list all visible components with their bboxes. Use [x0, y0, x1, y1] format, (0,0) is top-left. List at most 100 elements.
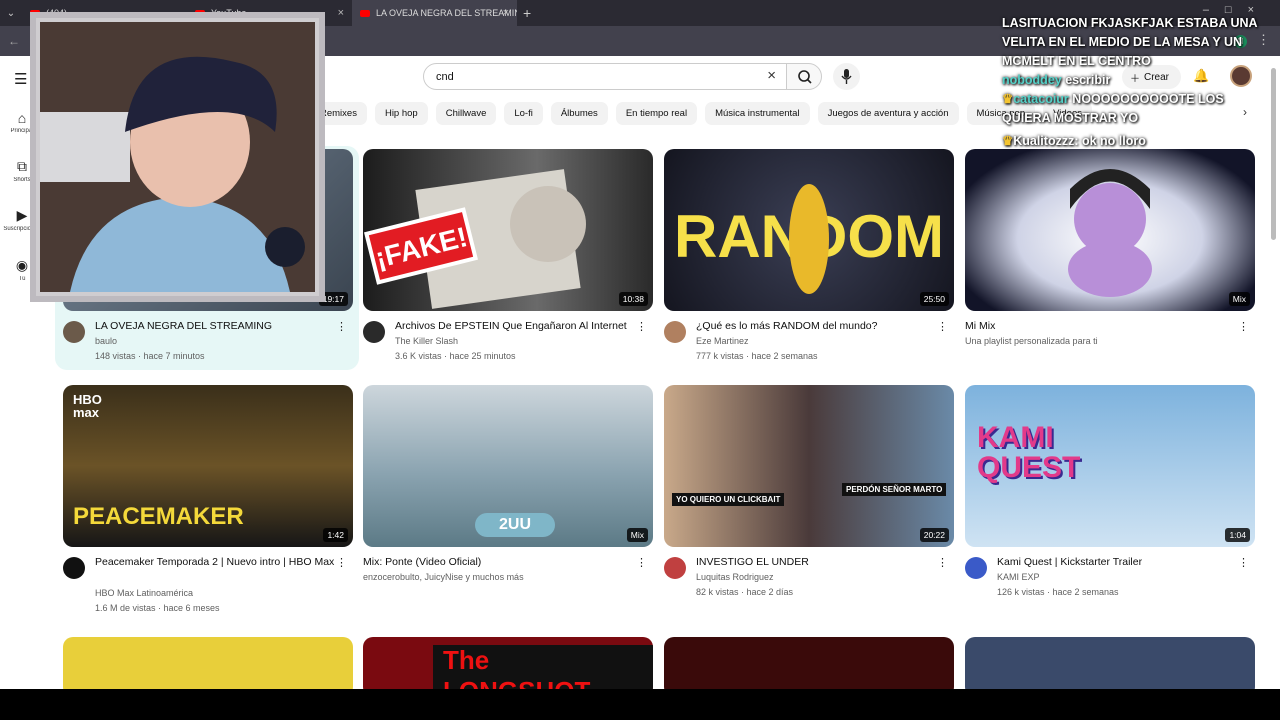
duration-badge: 20:22: [919, 528, 949, 542]
chat-message: noboddey escribir: [1002, 71, 1272, 90]
channel-name[interactable]: Luquitas Rodriguez: [696, 570, 936, 585]
channel-avatar[interactable]: [63, 321, 85, 343]
channel-name[interactable]: HBO Max Latinoamérica: [95, 586, 335, 601]
chat-message: LASITUACION FKJASKFJAK ESTABA UNA VELITA…: [1002, 16, 1258, 68]
close-tab-icon[interactable]: ×: [338, 7, 344, 19]
hbo-max-logo: HBO max: [73, 392, 102, 420]
channel-name[interactable]: baulo: [95, 334, 335, 349]
stream-chat-overlay: LASITUACION FKJASKFJAK ESTABA UNA VELITA…: [1002, 14, 1272, 151]
close-tab-icon[interactable]: ×: [503, 7, 509, 19]
video-stats: 148 vistas · hace 7 minutos: [95, 351, 205, 361]
video-thumbnail[interactable]: [63, 637, 353, 697]
search-icon: [798, 70, 812, 84]
mix-badge: Mix: [1228, 292, 1250, 306]
video-thumbnail[interactable]: [965, 637, 1255, 697]
video-stats: 126 k vistas · hace 2 semanas: [997, 587, 1119, 597]
channel-avatar[interactable]: [965, 557, 987, 579]
webcam-overlay: [30, 12, 325, 302]
chip[interactable]: Lo-fi: [504, 102, 543, 125]
video-stats: 1.6 M de vistas · hace 6 meses: [95, 603, 220, 613]
browser-tab-active[interactable]: LA OVEJA NEGRA DEL STREAMING ×: [352, 0, 517, 26]
webcam-feed: [40, 22, 315, 292]
streamer-silhouette: [40, 22, 315, 292]
tab-label: LA OVEJA NEGRA DEL STREAMING: [376, 8, 517, 18]
thumbnail-art: [1068, 169, 1152, 297]
video-stats: 82 k vistas · hace 2 días: [696, 587, 794, 597]
video-thumbnail[interactable]: RANDOM 25:50: [664, 149, 954, 311]
channel-avatar[interactable]: [664, 321, 686, 343]
more-options-icon[interactable]: ⋮: [1238, 320, 1249, 333]
duration-badge: 1:42: [323, 528, 348, 542]
more-options-icon[interactable]: ⋮: [336, 320, 347, 333]
tab-list-icon[interactable]: ⌄: [0, 0, 22, 26]
chip[interactable]: Álbumes: [550, 102, 608, 125]
video-title[interactable]: Archivos De EPSTEIN Que Engañaron Al Int…: [395, 319, 635, 334]
chat-text: escribir: [1065, 73, 1111, 87]
more-options-icon[interactable]: ⋮: [1238, 556, 1249, 569]
more-options-icon[interactable]: ⋮: [336, 556, 347, 569]
youtube-favicon-icon: [360, 9, 370, 17]
channel-avatar[interactable]: [664, 557, 686, 579]
search-button[interactable]: [786, 63, 822, 90]
thumbnail-art: ¡FAKE!: [364, 169, 586, 309]
mix-badge: Mix: [626, 528, 648, 542]
chip[interactable]: En tiempo real: [615, 102, 698, 125]
video-thumbnail[interactable]: KAMI QUEST 1:04: [965, 385, 1255, 547]
playlist-description: Una playlist personalizada para ti: [965, 336, 1098, 346]
chat-username: catacoiur: [1013, 92, 1069, 106]
video-stats: 777 k vistas · hace 2 semanas: [696, 351, 818, 361]
video-thumbnail[interactable]: YO QUIERO UN CLICKBAIT PERDÓN SEÑOR MART…: [664, 385, 954, 547]
bottom-black-bar: [0, 689, 1280, 720]
thumb-text-2uu: 2UU: [475, 513, 555, 537]
video-title[interactable]: LA OVEJA NEGRA DEL STREAMING: [95, 319, 335, 334]
chat-message: ♛catacoiur NOOOOOOOOOOTE LOS QUIERA MOST…: [1002, 90, 1272, 128]
new-tab-icon[interactable]: +: [523, 5, 531, 21]
chat-message: ♛Kualitozzz: ok no lloro: [1002, 134, 1146, 148]
thumb-text-kami: KAMI QUEST: [977, 421, 1081, 484]
channel-avatar[interactable]: [363, 321, 385, 343]
video-thumbnail[interactable]: 2UU Mix: [363, 385, 653, 547]
voice-search-button[interactable]: [833, 63, 860, 90]
channel-name[interactable]: KAMI EXP: [997, 570, 1237, 585]
more-options-icon[interactable]: ⋮: [636, 320, 647, 333]
video-title[interactable]: ¿Qué es lo más RANDOM del mundo?: [696, 319, 936, 334]
hamburger-menu-icon[interactable]: ☰: [14, 70, 27, 88]
duration-badge: 1:04: [1225, 528, 1250, 542]
chip[interactable]: Juegos de aventura y acción: [817, 102, 959, 125]
duration-badge: 10:38: [618, 292, 648, 306]
more-options-icon[interactable]: ⋮: [937, 556, 948, 569]
search-query: cnd: [436, 70, 454, 83]
video-title[interactable]: Peacemaker Temporada 2 | Nuevo intro | H…: [95, 555, 335, 570]
chip[interactable]: Hip hop: [374, 102, 428, 125]
channel-name[interactable]: The Killer Slash: [395, 334, 635, 349]
search-input[interactable]: cnd ×: [423, 63, 787, 90]
video-title[interactable]: Mix: Ponte (Video Oficial): [363, 555, 603, 570]
chip[interactable]: Música instrumental: [705, 102, 810, 125]
back-arrow-icon[interactable]: ←: [8, 34, 20, 48]
chat-text: ok no lloro: [1081, 134, 1146, 148]
video-title[interactable]: Kami Quest | Kickstarter Trailer: [997, 555, 1237, 570]
microphone-icon: [841, 69, 852, 84]
thumbnail-art: RANDOM: [674, 184, 944, 294]
channel-avatar[interactable]: [63, 557, 85, 579]
video-thumbnail[interactable]: Mix: [965, 149, 1255, 311]
video-thumbnail[interactable]: The LONGSHOT: [363, 637, 653, 697]
video-thumbnail[interactable]: ¡FAKE! 10:38: [363, 149, 653, 311]
screen: ⌄ (404) ... YouTube× LA OVEJA NEGRA DEL …: [0, 0, 1280, 720]
crown-icon: ♛: [1002, 134, 1014, 148]
video-stats: 3.6 K vistas · hace 25 minutos: [395, 351, 516, 361]
more-options-icon[interactable]: ⋮: [636, 556, 647, 569]
thumb-caption-right: PERDÓN SEÑOR MARTO: [842, 483, 947, 496]
video-title[interactable]: Mi Mix: [965, 319, 1205, 334]
clear-search-icon[interactable]: ×: [767, 67, 776, 84]
channel-name[interactable]: Eze Martinez: [696, 334, 936, 349]
video-title[interactable]: INVESTIGO EL UNDER: [696, 555, 936, 570]
video-thumbnail[interactable]: HBO max PEACEMAKER 1:42: [63, 385, 353, 547]
chat-username: Kualitozzz: [1013, 134, 1075, 148]
chip[interactable]: Chillwave: [435, 102, 497, 125]
video-thumbnail[interactable]: [664, 637, 954, 697]
more-options-icon[interactable]: ⋮: [937, 320, 948, 333]
thumb-caption-left: YO QUIERO UN CLICKBAIT: [672, 493, 785, 506]
duration-badge: 25:50: [919, 292, 949, 306]
channel-name[interactable]: enzocerobulto, JuicyNise y muchos más: [363, 570, 603, 585]
